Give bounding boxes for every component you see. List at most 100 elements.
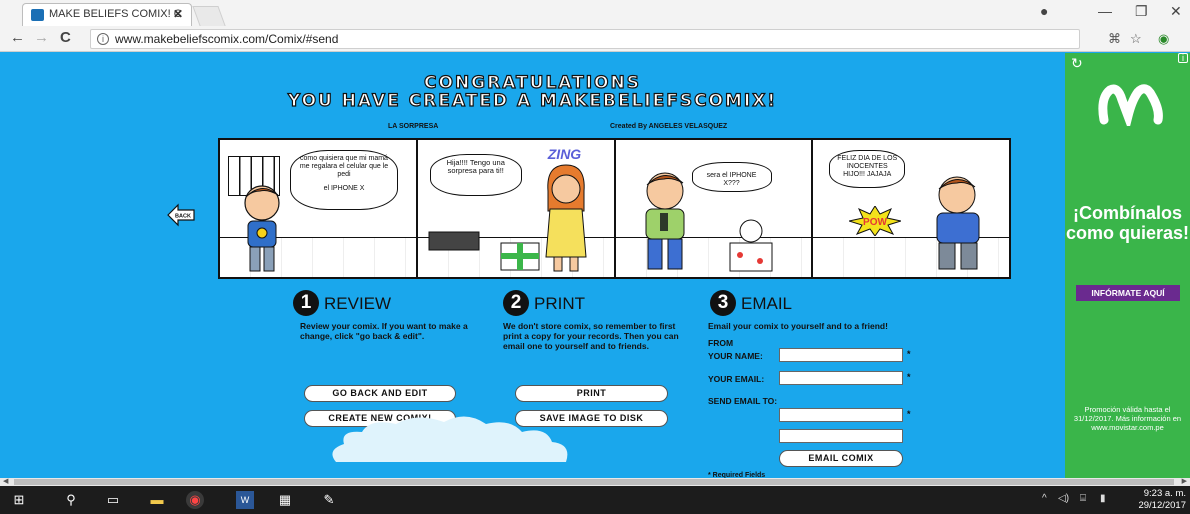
required-marker: * [907, 349, 911, 359]
mother-character [545, 164, 587, 272]
profile-icon[interactable]: ● [1040, 3, 1048, 19]
chrome-icon[interactable]: ◉ [186, 491, 204, 509]
window-close-button[interactable]: ✕ [1170, 3, 1182, 20]
pow-burst-icon: POW [849, 206, 902, 236]
speech-bubble: sera el IPHONE X??? [691, 162, 772, 192]
required-marker: * [907, 409, 911, 419]
ime-icon[interactable]: ⌸ [1080, 493, 1086, 504]
tab-title: MAKE BELIEFS COMIX! C [49, 8, 182, 20]
comic-panel-2: Hija!!!! Tengo una sorpresa para ti!! ZI… [417, 140, 616, 277]
comic-strip: como quisiera que mi mamá me regalara el… [218, 138, 1011, 279]
clock-time: 9:23 a. m. [1143, 488, 1186, 499]
speech-bubble: Hija!!!! Tengo una sorpresa para ti!! [429, 154, 522, 196]
scroll-right-icon[interactable]: ▶ [1182, 477, 1187, 485]
pow-text: POW [863, 217, 887, 228]
browser-toolbar: ← → C i www.makebeliefscomix.com/Comix/#… [0, 26, 1190, 52]
go-back-edit-button[interactable]: GO BACK AND EDIT [304, 385, 456, 402]
annoyed-boy-character [936, 176, 980, 270]
file-explorer-icon[interactable]: ▬ [148, 491, 166, 509]
bubble-text-2: el IPHONE X [323, 185, 365, 192]
word-icon[interactable]: W [236, 491, 254, 509]
start-windows-icon[interactable]: ⊞ [10, 491, 28, 509]
volume-icon[interactable]: ◁) [1058, 493, 1069, 504]
your-name-input[interactable] [779, 348, 903, 362]
ad-info-icon[interactable]: i [1178, 53, 1188, 63]
scrollbar-thumb[interactable] [14, 479, 1174, 485]
back-arrow-button[interactable]: BACK [166, 203, 196, 227]
send-to-input-1[interactable] [779, 408, 903, 422]
ad-fine-print: Promoción válida hasta el 31/12/2017. Má… [1073, 405, 1182, 432]
browser-tabbar: MAKE BELIEFS COMIX! C ✕ ● — ❐ ✕ [0, 0, 1190, 26]
ad-refresh-icon[interactable]: ↻ [1071, 55, 1083, 72]
ad-headline: ¡Combínalos como quieras! [1065, 203, 1190, 243]
send-to-label: SEND EMAIL TO: [708, 396, 778, 406]
restore-button[interactable]: ❐ [1135, 3, 1148, 20]
step-print-title: PRINT [534, 294, 585, 313]
page-content: CONGRATULATIONS YOU HAVE CREATED A MAKEB… [0, 53, 1065, 479]
from-label: FROM [708, 338, 734, 348]
reload-button[interactable]: C [60, 30, 71, 46]
step-2-badge: 2 [503, 290, 529, 316]
scroll-left-icon[interactable]: ◀ [3, 477, 8, 485]
email-comix-button[interactable]: EMAIL COMIX [779, 450, 903, 467]
excited-boy-character [645, 172, 684, 270]
horizontal-scrollbar[interactable]: ◀ ▶ [0, 478, 1190, 486]
tab-close-icon[interactable]: ✕ [173, 4, 183, 25]
ad-cta-button[interactable]: INFÓRMATE AQUÍ [1076, 285, 1180, 301]
step-email-desc: Email your comix to yourself and to a fr… [708, 321, 888, 331]
your-email-label: YOUR EMAIL: [708, 374, 765, 384]
tab-makebeliefs[interactable]: MAKE BELIEFS COMIX! C ✕ [22, 3, 192, 26]
congrats-line2: YOU HAVE CREATED A MAKEBELIEFSCOMIX! [287, 90, 778, 111]
movistar-ad[interactable]: ↻ i ¡Combínalos como quieras! INFÓRMATE … [1065, 53, 1190, 478]
teddy-bear-gift-drawing [729, 219, 772, 272]
step-review-title: REVIEW [324, 294, 392, 313]
bubble-text: sera el IPHONE X??? [706, 172, 757, 187]
bookmark-star-icon[interactable]: ☆ [1130, 31, 1142, 47]
send-to-input-2[interactable] [779, 429, 903, 443]
step-email-title: EMAIL [741, 294, 793, 313]
extension-icon[interactable]: ◉ [1158, 31, 1169, 47]
translate-icon[interactable]: ⌘ [1108, 31, 1121, 47]
info-icon[interactable]: i [97, 33, 109, 45]
back-nav-button[interactable]: ← [10, 30, 25, 46]
search-icon[interactable]: ⚲ [62, 491, 80, 509]
paint-icon[interactable]: ✎ [320, 491, 338, 509]
clock-date: 29/12/2017 [1138, 500, 1186, 511]
windows-taskbar: ⊞ ⚲ ▭ ▬ ◉ W ▦ ✎ ^ ◁) ⌸ ▮ 9:23 a. m. 29/1… [0, 486, 1190, 514]
task-view-icon[interactable]: ▭ [104, 491, 122, 509]
step-3-badge: 3 [710, 290, 736, 316]
comic-panel-3: sera el IPHONE X??? [615, 140, 814, 277]
congrats-heading: CONGRATULATIONS YOU HAVE CREATED A MAKEB… [0, 72, 1065, 111]
save-image-button[interactable]: SAVE IMAGE TO DISK [515, 410, 668, 427]
boy-character [244, 185, 280, 272]
tv-stand-drawing [428, 231, 480, 251]
minimize-button[interactable]: — [1098, 3, 1112, 19]
url-text: www.makebeliefscomix.com/Comix/#send [115, 32, 339, 46]
back-arrow-label: BACK [175, 214, 191, 220]
site-favicon-icon [31, 9, 44, 21]
bubble-text: como quisiera que mi mamá me regalara el… [299, 155, 389, 178]
tray-chevron-icon[interactable]: ^ [1042, 493, 1047, 504]
required-marker: * [907, 372, 911, 382]
address-bar[interactable]: i www.makebeliefscomix.com/Comix/#send [90, 29, 1080, 49]
movistar-logo-icon [1098, 84, 1163, 126]
step-print-desc: We don't store comix, so remember to fir… [503, 321, 679, 351]
step-review-desc: Review your comix. If you want to make a… [300, 321, 468, 341]
notification-icon[interactable]: ▮ [1100, 493, 1106, 504]
your-name-label: YOUR NAME: [708, 351, 763, 361]
bubble-text: Hija!!!! Tengo una sorpresa para ti!! [446, 158, 505, 175]
new-tab-button[interactable] [192, 6, 226, 26]
comic-panel-4: FELIZ DIA DE LOS INOCENTES HIJO!!! JAJAJ… [813, 140, 1009, 277]
step-1-badge: 1 [293, 290, 319, 316]
print-button[interactable]: PRINT [515, 385, 668, 402]
forward-nav-button[interactable]: → [34, 30, 49, 46]
bubble-text: FELIZ DIA DE LOS INOCENTES HIJO!!! JAJAJ… [837, 155, 898, 178]
congrats-line1: CONGRATULATIONS [423, 72, 641, 93]
speech-bubble: como quisiera que mi mamá me regalara el… [290, 150, 398, 210]
calculator-icon[interactable]: ▦ [276, 491, 294, 509]
system-clock[interactable]: 9:23 a. m. 29/12/2017 [1138, 488, 1186, 512]
speech-bubble: FELIZ DIA DE LOS INOCENTES HIJO!!! JAJAJ… [829, 150, 906, 188]
your-email-input[interactable] [779, 371, 903, 385]
sound-effect-zing: ZING [547, 146, 582, 162]
gift-box-drawing [500, 242, 540, 271]
